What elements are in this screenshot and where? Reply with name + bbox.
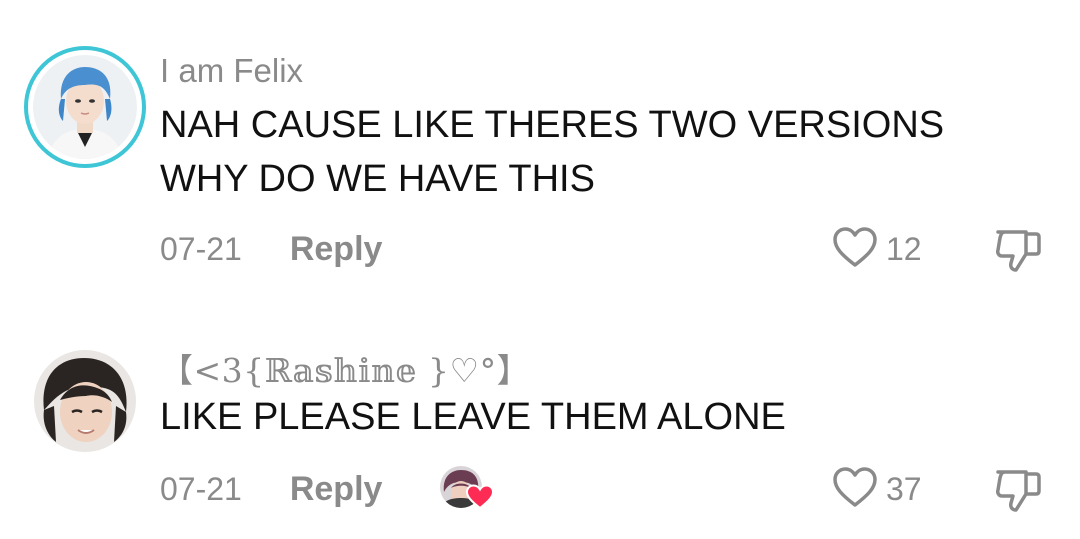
comment-date: 07-21	[160, 230, 242, 267]
like-button[interactable]: 12	[832, 226, 922, 273]
avatar[interactable]	[33, 55, 137, 159]
thumbs-down-icon	[992, 470, 1044, 518]
thumbs-down-icon	[992, 230, 1044, 278]
avatar[interactable]	[34, 350, 136, 452]
creator-liked-badge	[440, 466, 495, 512]
comment-item: I am Felix NAH CAUSE LIKE THERES TWO VER…	[0, 0, 1080, 300]
comments-list: I am Felix NAH CAUSE LIKE THERES TWO VER…	[0, 0, 1080, 539]
comment-meta: 07-21 Reply	[160, 466, 495, 512]
heart-outline-icon	[832, 466, 878, 513]
creator-heart-icon	[466, 484, 495, 510]
comment-meta: 07-21 Reply	[160, 229, 382, 269]
like-count: 12	[886, 231, 922, 267]
reply-button[interactable]: Reply	[290, 230, 383, 269]
like-button[interactable]: 37	[832, 466, 922, 513]
comment-username[interactable]: 【<3{ℝ𝕒𝕤𝕙𝕚𝕟𝕖 }♡°】	[160, 344, 530, 392]
like-count: 37	[886, 471, 922, 507]
dislike-button[interactable]	[992, 466, 1044, 519]
heart-outline-icon	[832, 226, 878, 273]
comment-date: 07-21	[160, 470, 242, 507]
comment-item: 【<3{ℝ𝕒𝕤𝕙𝕚𝕟𝕖 }♡°】 LIKE PLEASE LEAVE THEM …	[0, 300, 1080, 539]
reply-button[interactable]: Reply	[290, 470, 383, 509]
comment-text: LIKE PLEASE LEAVE THEM ALONE	[160, 396, 786, 438]
comment-username[interactable]: I am Felix	[160, 52, 303, 90]
dislike-button[interactable]	[992, 226, 1044, 279]
comment-text: NAH CAUSE LIKE THERES TWO VERSIONS WHY D…	[160, 104, 945, 200]
